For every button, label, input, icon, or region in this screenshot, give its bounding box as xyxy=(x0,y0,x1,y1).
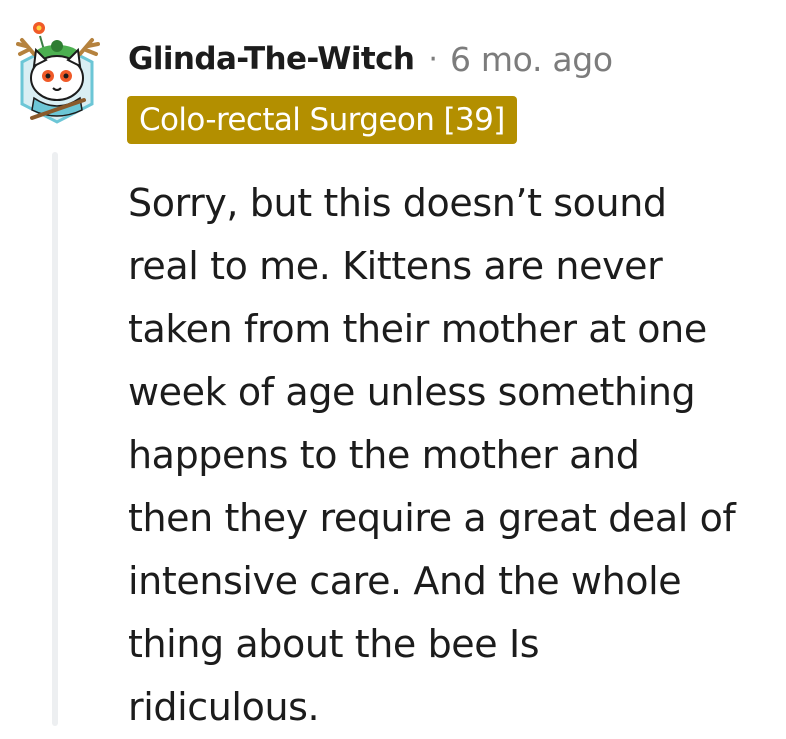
avatar[interactable] xyxy=(12,14,102,124)
comment-body-line: taken from their mother at one xyxy=(128,307,707,351)
comment-body-line: intensive care. And the whole xyxy=(128,559,682,603)
comment-body-line: then they require a great deal of xyxy=(128,496,736,540)
comment-body-line: ridiculous. xyxy=(128,685,320,729)
comment-body-line: real to me. Kittens are never xyxy=(128,244,663,288)
comment-body-line: happens to the mother and xyxy=(128,433,640,477)
author-username[interactable]: Glinda-The-Witch xyxy=(128,41,415,77)
comment-header: Glinda-The-Witch · 6 mo. ago xyxy=(128,38,613,80)
thread-collapse-line[interactable] xyxy=(52,152,58,726)
comment: Glinda-The-Witch · 6 mo. ago Colo-rectal… xyxy=(0,0,786,729)
avatar-icon xyxy=(16,22,100,124)
meta-separator: · xyxy=(428,41,438,77)
comment-body-line: week of age unless something xyxy=(128,370,696,414)
user-flair-badge: Colo-rectal Surgeon [39] xyxy=(127,96,517,144)
comment-timestamp[interactable]: 6 mo. ago xyxy=(450,40,613,79)
comment-body: Sorry, but this doesn’t sound real to me… xyxy=(128,172,778,739)
comment-body-line: thing about the bee Is xyxy=(128,622,540,666)
comment-body-line: Sorry, but this doesn’t sound xyxy=(128,181,667,225)
